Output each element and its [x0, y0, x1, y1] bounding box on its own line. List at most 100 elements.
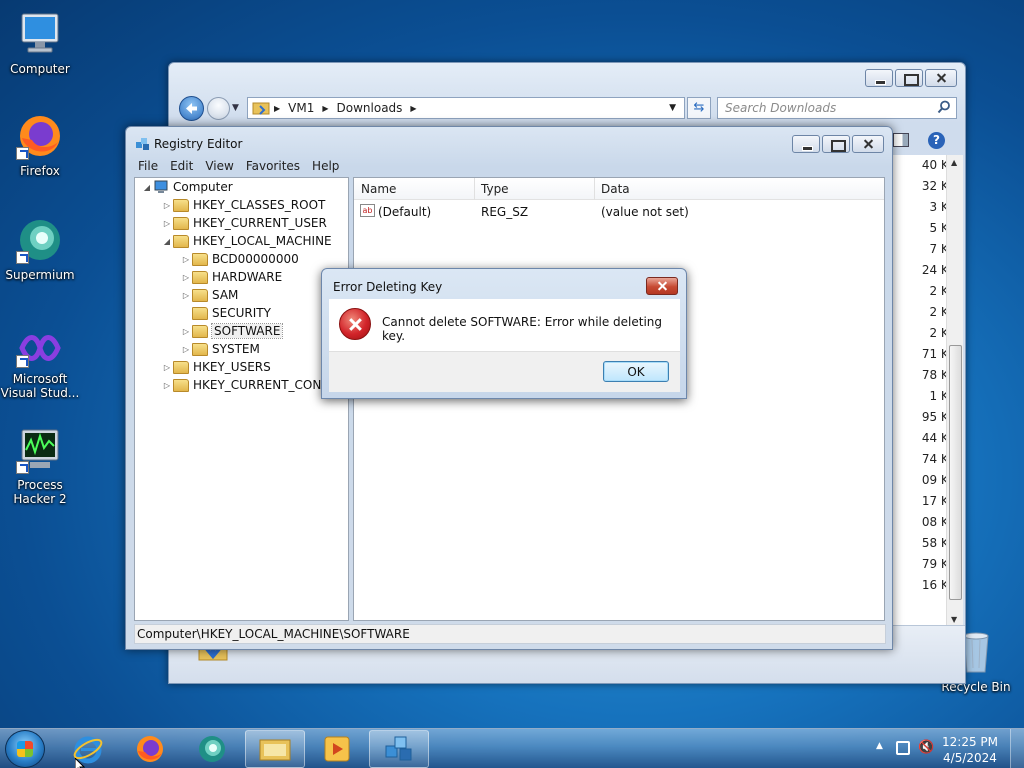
- desktop-icon-visual-studio[interactable]: Microsoft Visual Stud...: [0, 328, 80, 400]
- system-tray: ▲ 🔇 12:25 PM 4/5/2024: [864, 729, 1024, 768]
- collapse-arrow-icon[interactable]: ◢: [141, 183, 153, 192]
- folder-icon: [192, 252, 208, 266]
- desktop-icon-supermium[interactable]: Supermium: [0, 216, 80, 282]
- expand-arrow-icon[interactable]: ▷: [180, 345, 192, 354]
- column-header-data[interactable]: Data: [601, 182, 630, 196]
- dialog-title: Error Deleting Key: [333, 280, 443, 294]
- column-header-type[interactable]: Type: [481, 182, 509, 196]
- clock[interactable]: 12:25 PM 4/5/2024: [942, 734, 998, 766]
- show-desktop-button[interactable]: [1010, 729, 1024, 768]
- address-bar[interactable]: ▶ VM1 ▶ Downloads ▶ ▼: [247, 97, 685, 119]
- expand-arrow-icon[interactable]: ▷: [161, 363, 173, 372]
- desktop-icon-firefox[interactable]: Firefox: [0, 112, 80, 178]
- address-dropdown-icon[interactable]: ▼: [669, 103, 676, 113]
- tree-node-bcd00000000[interactable]: ▷ BCD00000000: [180, 250, 299, 268]
- taskbar-media-player[interactable]: [307, 730, 367, 768]
- tree-node-label: HKEY_LOCAL_MACHINE: [193, 234, 332, 248]
- menu-help[interactable]: Help: [312, 159, 339, 173]
- error-dialog[interactable]: Error Deleting Key Cannot delete SOFTWAR…: [321, 268, 687, 399]
- values-list[interactable]: Name Type Data ab (Default) REG_SZ (valu…: [353, 177, 885, 621]
- close-button[interactable]: [852, 135, 884, 153]
- tree-node-hkey-current-user[interactable]: ▷ HKEY_CURRENT_USER: [161, 214, 327, 232]
- maximize-button[interactable]: [822, 135, 850, 153]
- dialog-close-button[interactable]: [646, 277, 678, 295]
- tree-node-computer[interactable]: ◢ Computer: [141, 178, 233, 196]
- expand-arrow-icon[interactable]: ▷: [161, 201, 173, 210]
- breadcrumb-separator-icon: ▶: [274, 103, 281, 113]
- tree-node-hkey-current-config[interactable]: ▷ HKEY_CURRENT_CONF: [161, 376, 328, 394]
- expand-arrow-icon[interactable]: ▷: [180, 255, 192, 264]
- column-header-name[interactable]: Name: [361, 182, 396, 196]
- explorer-caption-buttons: [865, 69, 957, 87]
- taskbar-internet-explorer[interactable]: [58, 730, 118, 768]
- clock-time: 12:25 PM: [942, 735, 998, 749]
- taskbar-supermium[interactable]: [182, 730, 242, 768]
- scroll-down-icon[interactable]: ▼: [951, 615, 957, 624]
- dialog-body: Cannot delete SOFTWARE: Error while dele…: [329, 299, 680, 351]
- expand-arrow-icon[interactable]: ▷: [180, 291, 192, 300]
- menu-edit[interactable]: Edit: [170, 159, 193, 173]
- tree-node-label: HARDWARE: [212, 270, 283, 284]
- maximize-button[interactable]: [895, 69, 923, 87]
- scroll-up-icon[interactable]: ▲: [951, 158, 957, 167]
- expand-arrow-icon[interactable]: ▷: [161, 381, 173, 390]
- value-name: (Default): [378, 205, 432, 219]
- expand-arrow-icon[interactable]: ▷: [180, 327, 192, 336]
- refresh-button[interactable]: ⇆: [687, 97, 711, 119]
- tree-node-label: Computer: [173, 180, 233, 194]
- computer-icon: [16, 10, 64, 58]
- menu-view[interactable]: View: [205, 159, 233, 173]
- show-hidden-icons-icon[interactable]: ▲: [876, 741, 883, 751]
- preview-pane-icon[interactable]: [893, 133, 909, 147]
- shortcut-arrow-icon: [16, 355, 29, 368]
- breadcrumb-downloads[interactable]: Downloads: [337, 101, 403, 115]
- column-divider[interactable]: [474, 178, 475, 200]
- taskbar-firefox[interactable]: [120, 730, 180, 768]
- minimize-button[interactable]: [792, 135, 820, 153]
- menu-file[interactable]: File: [138, 159, 158, 173]
- forward-button[interactable]: [207, 97, 230, 120]
- ok-button[interactable]: OK: [603, 361, 669, 382]
- desktop-icon-process-hacker[interactable]: Process Hacker 2: [0, 426, 80, 506]
- taskbar-file-explorer[interactable]: [245, 730, 305, 768]
- tree-node-hkey-classes-root[interactable]: ▷ HKEY_CLASSES_ROOT: [161, 196, 325, 214]
- breadcrumb-vm1[interactable]: VM1: [288, 101, 314, 115]
- mouse-cursor-icon: [75, 758, 85, 768]
- scrollbar-thumb[interactable]: [949, 345, 962, 600]
- taskbar: ▲ 🔇 12:25 PM 4/5/2024: [0, 728, 1024, 768]
- registry-tree[interactable]: ◢ Computer ▷ HKEY_CLASSES_ROOT ▷ HKEY_CU…: [134, 177, 349, 621]
- tree-node-hkey-users[interactable]: ▷ HKEY_USERS: [161, 358, 271, 376]
- process-hacker-icon: [16, 426, 64, 474]
- tree-node-hkey-local-machine[interactable]: ◢ HKEY_LOCAL_MACHINE: [161, 232, 332, 250]
- minimize-button[interactable]: [865, 69, 893, 87]
- collapse-arrow-icon[interactable]: ◢: [161, 237, 173, 246]
- tree-node-label: SOFTWARE: [210, 323, 284, 339]
- back-button[interactable]: [179, 96, 204, 121]
- error-icon: [339, 308, 371, 340]
- value-type: REG_SZ: [481, 205, 529, 219]
- folder-icon: [173, 360, 189, 374]
- file-list[interactable]: 40 KB 32 KB 3 KB 5 KB 7 KB 24 KB 2 KB 2 KB 2 KB 7…: [887, 155, 963, 627]
- expand-arrow-icon[interactable]: ▷: [180, 273, 192, 282]
- close-button[interactable]: [925, 69, 957, 87]
- tree-node-hardware[interactable]: ▷ HARDWARE: [180, 268, 282, 286]
- start-button[interactable]: [5, 730, 45, 768]
- recent-pages-chevron-icon[interactable]: ▼: [232, 103, 239, 113]
- tree-node-system[interactable]: ▷ SYSTEM: [180, 340, 260, 358]
- expand-arrow-icon[interactable]: ▷: [161, 219, 173, 228]
- search-input[interactable]: Search Downloads: [717, 97, 957, 119]
- tree-node-security[interactable]: SECURITY: [180, 304, 271, 322]
- help-icon[interactable]: ?: [928, 132, 945, 149]
- network-icon[interactable]: [896, 741, 910, 755]
- volume-muted-icon[interactable]: 🔇: [918, 740, 934, 755]
- taskbar-registry-editor[interactable]: [369, 730, 429, 768]
- folder-icon: [173, 198, 189, 212]
- desktop-icon-computer[interactable]: Computer: [0, 10, 80, 76]
- dialog-footer: OK: [329, 351, 680, 392]
- column-divider[interactable]: [594, 178, 595, 200]
- shortcut-arrow-icon: [16, 251, 29, 264]
- tree-node-software[interactable]: ▷ SOFTWARE: [180, 322, 284, 340]
- vertical-scrollbar[interactable]: ▲ ▼: [946, 155, 963, 627]
- tree-node-sam[interactable]: ▷ SAM: [180, 286, 238, 304]
- menu-favorites[interactable]: Favorites: [246, 159, 300, 173]
